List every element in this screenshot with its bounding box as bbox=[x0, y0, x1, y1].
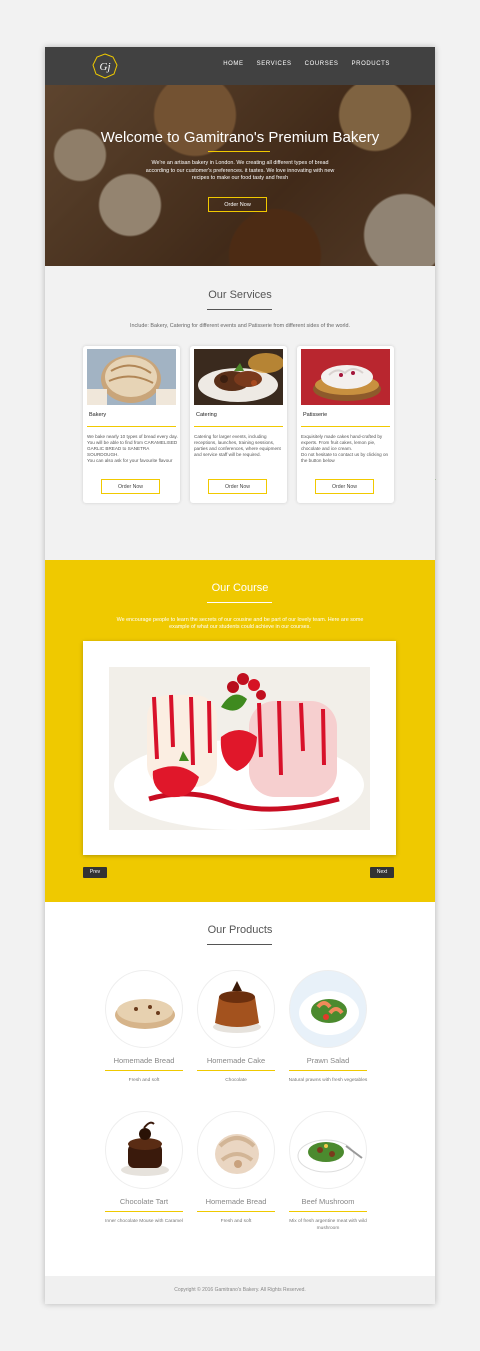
products-title: Our Products bbox=[207, 924, 273, 936]
service-card-divider bbox=[194, 426, 283, 427]
service-card-title: Bakery bbox=[89, 412, 107, 418]
catering-image bbox=[194, 349, 283, 405]
page-container: Gj HOME SERVICES COURSES PRODUCTS Welcom… bbox=[45, 47, 435, 1304]
service-card-patisserie: Patisserie Exquisitely made cakes hand-c… bbox=[297, 346, 394, 503]
service-card-description: Exquisitely made cakes hand-crafted by e… bbox=[301, 434, 389, 463]
product-divider bbox=[197, 1211, 275, 1212]
nav-link-courses[interactable]: COURSES bbox=[305, 61, 339, 67]
product-divider bbox=[289, 1211, 367, 1212]
patisserie-image bbox=[301, 349, 390, 405]
services-subtitle: Include: Bakery, Catering for different … bbox=[130, 323, 350, 329]
hero-description: We're an artisan bakery in London. We cr… bbox=[145, 160, 335, 181]
service-card-divider bbox=[87, 426, 176, 427]
bakery-image bbox=[87, 349, 176, 405]
product-image-bread bbox=[105, 970, 183, 1048]
course-divider bbox=[207, 602, 272, 603]
bakery-logo[interactable]: Gj bbox=[92, 53, 118, 79]
course-section: Our Course We encourage people to learn … bbox=[45, 560, 435, 902]
service-card-divider bbox=[301, 426, 390, 427]
services-section: Our Services Include: Bakery, Catering f… bbox=[45, 266, 435, 560]
course-dessert-image bbox=[109, 667, 370, 830]
product-image-cake bbox=[197, 970, 275, 1048]
product-divider bbox=[289, 1070, 367, 1071]
top-navigation: Gj HOME SERVICES COURSES PRODUCTS bbox=[45, 47, 435, 85]
service-card-catering: Catering Catering for larger events, inc… bbox=[190, 346, 287, 503]
products-divider bbox=[207, 944, 272, 945]
product-divider bbox=[105, 1070, 183, 1071]
services-divider bbox=[207, 309, 272, 310]
product-name: Homemade Cake bbox=[206, 1056, 266, 1065]
product-description: Fresh and soft bbox=[128, 1078, 160, 1083]
service-card-title: Catering bbox=[196, 412, 217, 418]
product-description: Chocolate bbox=[225, 1078, 247, 1083]
footer: Copyright © 2016 Gamitrano's Bakery. All… bbox=[45, 1276, 435, 1304]
product-divider bbox=[197, 1070, 275, 1071]
carousel-prev-button[interactable]: Prev bbox=[83, 867, 107, 878]
services-title: Our Services bbox=[208, 289, 272, 301]
product-image-bread bbox=[197, 1111, 275, 1189]
course-carousel-slide bbox=[83, 641, 396, 855]
carousel-next-button[interactable]: Next bbox=[370, 867, 394, 878]
course-description: We encourage people to learn the secrets… bbox=[116, 617, 364, 630]
product-image-chocolate-tart bbox=[105, 1111, 183, 1189]
service-card-description: Catering for larger events, including re… bbox=[194, 434, 281, 457]
footer-copyright: Copyright © 2016 Gamitrano's Bakery. All… bbox=[174, 1287, 306, 1293]
service-card-description: We bake nearly 10 types of bread every d… bbox=[87, 434, 178, 463]
hero-title: Welcome to Gamitrano's Premium Bakery bbox=[100, 129, 380, 146]
catering-order-now-button[interactable]: Order Now bbox=[208, 479, 267, 494]
course-title: Our Course bbox=[211, 582, 269, 594]
bakery-order-now-button[interactable]: Order Now bbox=[101, 479, 160, 494]
hero-order-now-button[interactable]: Order Now bbox=[208, 197, 267, 212]
hero-banner: Welcome to Gamitrano's Premium Bakery We… bbox=[45, 85, 435, 266]
svg-text:Gj: Gj bbox=[100, 61, 111, 73]
hero-divider bbox=[208, 151, 270, 152]
product-divider bbox=[105, 1211, 183, 1212]
product-name: Homemade Bread bbox=[113, 1056, 175, 1065]
service-card-title: Patisserie bbox=[303, 412, 328, 418]
product-description: Natural prawns with fresh vegetables bbox=[288, 1078, 368, 1083]
product-name: Homemade Bread bbox=[205, 1197, 267, 1206]
product-description: Fresh and soft bbox=[220, 1219, 252, 1224]
nav-link-services[interactable]: SERVICES bbox=[257, 61, 292, 67]
nav-link-products[interactable]: PRODUCTS bbox=[352, 61, 390, 67]
product-name: Beef Mushroom bbox=[301, 1197, 355, 1206]
product-image-beef-mushroom bbox=[289, 1111, 367, 1189]
patisserie-order-now-button[interactable]: Order Now bbox=[315, 479, 374, 494]
products-section: Our Products Homemade Bread Fresh and so… bbox=[45, 902, 435, 1276]
product-name: Chocolate Tart bbox=[119, 1197, 169, 1206]
product-image-prawn-salad bbox=[289, 970, 367, 1048]
product-description: Mix of fresh argentine meat with wild mu… bbox=[289, 1219, 367, 1231]
product-description: Inner chocolate Mouse with Caramel bbox=[105, 1219, 183, 1224]
product-name: Prawn Salad bbox=[306, 1056, 350, 1065]
service-card-bakery: Bakery We bake nearly 10 types of bread … bbox=[83, 346, 180, 503]
nav-link-home[interactable]: HOME bbox=[223, 61, 243, 67]
